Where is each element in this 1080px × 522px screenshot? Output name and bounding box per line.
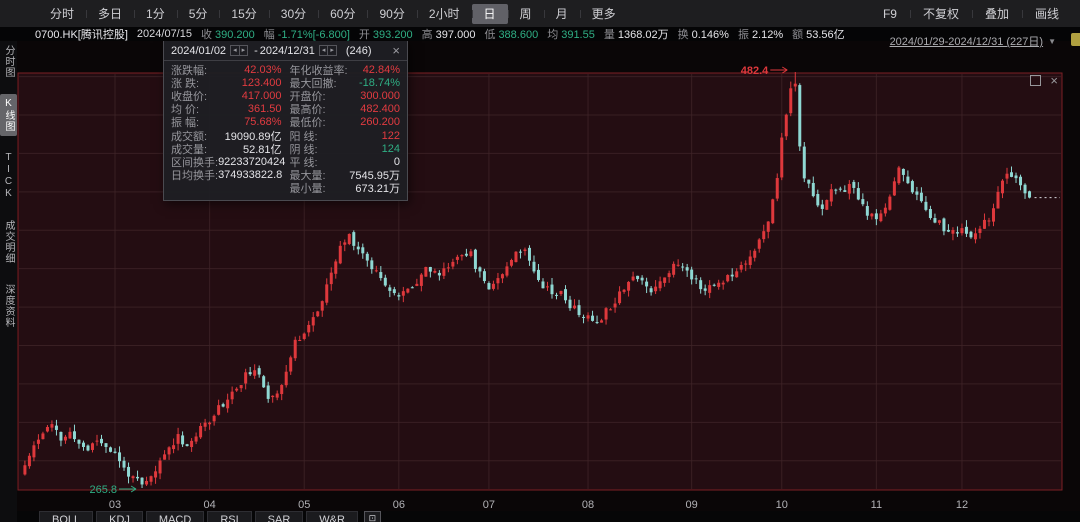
- period-tab-多日[interactable]: 多日: [86, 4, 134, 24]
- stats-row: 日均换手:374933822.8: [171, 169, 282, 182]
- stats-day-count: (246): [346, 45, 372, 57]
- stats-right-col: 年化收益率:42.84%最大回撤:-18.74%开盘价:300.000最高价:4…: [290, 63, 401, 195]
- start-date-stepper[interactable]: ◂▸: [230, 45, 248, 56]
- indicator-settings-icon[interactable]: ⊡: [364, 511, 381, 522]
- quote-field: 收390.200: [201, 26, 255, 42]
- indicator-tab-W&R[interactable]: W&R: [306, 511, 358, 522]
- indicator-tab-RSI[interactable]: RSI: [207, 511, 251, 522]
- quote-field: 量1368.02万: [604, 26, 669, 42]
- toolbar-button-不复权[interactable]: 不复权: [910, 4, 972, 24]
- indicator-tab-KDJ[interactable]: KDJ: [96, 511, 143, 522]
- quote-field: 振2.12%: [738, 26, 783, 42]
- quote-field: 低388.600: [484, 26, 538, 42]
- popup-close-icon[interactable]: ×: [392, 45, 400, 57]
- date-range-label: 2024/01/29-2024/12/31 (227日): [890, 33, 1044, 49]
- date-dash: -: [254, 45, 258, 57]
- sidebar-item-深度资料[interactable]: 深度资料: [0, 280, 17, 332]
- toolbar-button-F9[interactable]: F9: [870, 4, 910, 24]
- period-tab-周[interactable]: 周: [508, 4, 544, 24]
- quote-field: 均391.55: [547, 26, 595, 42]
- maximize-icon[interactable]: [1030, 75, 1041, 86]
- stats-end-date: 2024/12/31: [260, 45, 315, 57]
- toolbar-button-画线[interactable]: 画线: [1022, 4, 1072, 24]
- period-tab-15分[interactable]: 15分: [219, 4, 268, 24]
- range-stats-popup: 2024/01/02 ◂▸ - 2024/12/31 ◂▸ (246) × 涨跌…: [163, 40, 408, 201]
- close-icon[interactable]: ×: [1050, 76, 1058, 86]
- indicator-tab-MACD[interactable]: MACD: [146, 511, 204, 522]
- quote-date: 2024/07/15: [137, 28, 192, 40]
- quote-fields: 收390.200 幅-1.71%[-6.800] 开393.200 高397.000 低…: [201, 26, 854, 42]
- quote-field: 额53.56亿: [792, 26, 845, 42]
- quote-field: 换0.146%: [678, 26, 729, 42]
- clipped-edge-icon[interactable]: [1071, 33, 1080, 46]
- period-tab-分时[interactable]: 分时: [38, 4, 86, 24]
- quote-field: 开393.200: [359, 26, 413, 42]
- sidebar-item-K线图[interactable]: K线图: [0, 94, 17, 136]
- period-tab-日[interactable]: 日: [472, 4, 508, 24]
- toolbar-button-叠加[interactable]: 叠加: [972, 4, 1022, 24]
- stock-symbol: 0700.HK[腾讯控股]: [35, 26, 128, 42]
- quote-field: 高397.000: [422, 26, 476, 42]
- period-toolbar: 分时多日1分5分15分30分60分90分2小时日周月更多 F9不复权叠加画线: [0, 0, 1080, 28]
- panel-controls: ×: [1030, 75, 1058, 86]
- bottom-tabs: BOLLKDJMACDRSI SARW&R: [39, 511, 358, 522]
- stats-start-date: 2024/01/02: [171, 45, 226, 57]
- period-tab-90分[interactable]: 90分: [367, 4, 416, 24]
- period-tab-5分[interactable]: 5分: [177, 4, 220, 24]
- chevron-down-icon: ▼: [1048, 37, 1056, 46]
- indicator-tab-SAR[interactable]: SAR: [255, 511, 304, 522]
- date-range-selector[interactable]: 2024/01/29-2024/12/31 (227日) ▼: [890, 33, 1056, 49]
- sidebar-item-TICK[interactable]: TICK: [2, 148, 15, 204]
- stats-left-col: 涨跌幅:42.03%涨 跌:123.400收盘价:417.000均 价:361.…: [171, 63, 282, 195]
- stats-popup-header: 2024/01/02 ◂▸ - 2024/12/31 ◂▸ (246) ×: [164, 41, 407, 61]
- indicator-tab-BOLL[interactable]: BOLL: [39, 511, 93, 522]
- toolbar-right: F9不复权叠加画线: [870, 4, 1072, 24]
- period-tab-更多[interactable]: 更多: [580, 4, 628, 24]
- quote-field: 幅-1.71%[-6.800]: [264, 26, 350, 42]
- toolbar-spacer: [0, 0, 38, 27]
- sidebar: 分时图 K线图 TICK 成交明细深度资料: [0, 28, 17, 522]
- sidebar-item-成交明细[interactable]: 成交明细: [0, 216, 17, 268]
- period-tab-2小时[interactable]: 2小时: [417, 4, 472, 24]
- period-tabs: 分时多日1分5分15分30分60分90分2小时日周月更多: [38, 0, 628, 27]
- period-tab-30分[interactable]: 30分: [269, 4, 318, 24]
- sidebar-item-分时图[interactable]: 分时图: [0, 41, 17, 82]
- period-tab-60分[interactable]: 60分: [318, 4, 367, 24]
- end-date-stepper[interactable]: ◂▸: [319, 45, 337, 56]
- stats-row: 最小量:673.21万: [290, 182, 401, 195]
- stats-popup-body: 涨跌幅:42.03%涨 跌:123.400收盘价:417.000均 价:361.…: [164, 61, 407, 200]
- period-tab-月[interactable]: 月: [544, 4, 580, 24]
- period-tab-1分[interactable]: 1分: [134, 4, 177, 24]
- indicator-bar: BOLLKDJMACDRSI SARW&R ⊡: [17, 511, 1080, 522]
